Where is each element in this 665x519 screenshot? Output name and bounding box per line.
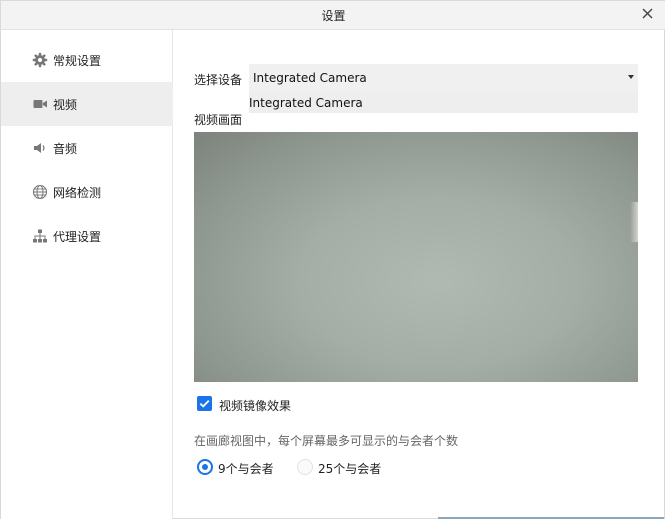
settings-sidebar: 常规设置 视频 音频 网络检测 代理设置 <box>1 30 173 519</box>
gear-icon <box>32 52 48 68</box>
mirror-checkbox[interactable] <box>197 396 212 411</box>
close-button[interactable] <box>639 5 657 23</box>
window-title: 设置 <box>321 9 346 23</box>
sidebar-item-proxy[interactable]: 代理设置 <box>1 214 173 258</box>
mirror-label: 视频镜像效果 <box>219 399 292 413</box>
network-tree-icon <box>33 229 47 243</box>
preview-label: 视频画面 <box>194 113 243 127</box>
device-label: 选择设备 <box>194 73 243 87</box>
sidebar-item-label: 音频 <box>53 142 78 156</box>
video-settings-panel: 选择设备 Integrated Camera Integrated Camera… <box>174 30 664 519</box>
settings-window: 设置 常规设置 视频 音频 网络检测 代理设置 选择设备 Integrated … <box>0 0 665 519</box>
device-option-label: Integrated Camera <box>249 96 363 110</box>
radio-button[interactable] <box>197 459 213 475</box>
close-icon <box>642 8 653 19</box>
video-preview <box>194 132 638 382</box>
radio-label: 9个与会者 <box>218 462 274 476</box>
video-camera-icon <box>33 100 47 108</box>
radio-button[interactable] <box>297 459 313 475</box>
device-select-value: Integrated Camera <box>253 71 367 85</box>
sidebar-item-audio[interactable]: 音频 <box>1 126 173 170</box>
chevron-down-icon <box>628 75 634 79</box>
max-participants-label: 在画廊视图中，每个屏幕最多可显示的与会者个数 <box>194 434 459 448</box>
globe-icon <box>32 184 48 200</box>
sidebar-item-label: 常规设置 <box>53 54 102 68</box>
checkmark-icon <box>199 399 210 408</box>
sidebar-item-network[interactable]: 网络检测 <box>1 170 173 214</box>
sidebar-item-label: 代理设置 <box>53 230 102 244</box>
preview-highlight <box>630 202 638 242</box>
device-select[interactable]: Integrated Camera <box>249 64 638 93</box>
sidebar-item-general[interactable]: 常规设置 <box>1 38 173 82</box>
radio-label: 25个与会者 <box>318 462 382 476</box>
speaker-icon <box>34 143 45 153</box>
sidebar-item-label: 视频 <box>53 98 78 112</box>
title-bar: 设置 <box>1 1 665 30</box>
sidebar-item-video[interactable]: 视频 <box>1 82 173 126</box>
device-dropdown-option[interactable]: Integrated Camera <box>249 93 638 113</box>
sidebar-item-label: 网络检测 <box>53 186 102 200</box>
